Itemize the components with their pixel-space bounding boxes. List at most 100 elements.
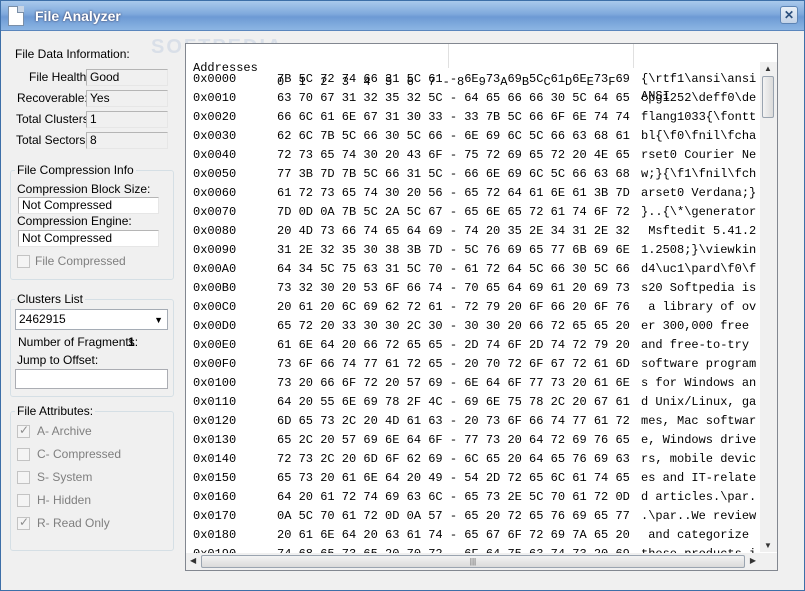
hex-address: 0x0080 xyxy=(193,224,237,238)
attributes-caption: File Attributes: xyxy=(15,404,96,418)
total-clusters-label: Total Clusters: xyxy=(16,112,93,126)
hex-bytes: 64 20 61 72 74 69 63 6C - 65 73 2E 5C 70… xyxy=(277,490,630,504)
engine-value: Not Compressed xyxy=(18,230,159,247)
hex-ansi: and categorize xyxy=(641,528,757,542)
scroll-left-icon[interactable]: ◀ xyxy=(190,556,196,565)
hex-bytes: 63 70 67 31 32 35 32 5C - 64 65 66 66 30… xyxy=(277,91,630,105)
attribute-checkbox[interactable] xyxy=(17,515,30,530)
hex-ansi: .\par..We review xyxy=(641,509,757,523)
horizontal-scroll-thumb[interactable]: ||| xyxy=(201,555,745,568)
hex-viewer[interactable]: Addresses 0 1 2 3 4 5 6 7 - 8 9 A B C D … xyxy=(185,43,778,571)
vertical-scrollbar[interactable]: ▲ ▼ xyxy=(760,62,777,552)
hex-address: 0x0160 xyxy=(193,490,237,504)
hex-address: 0x00D0 xyxy=(193,319,237,333)
hex-address: 0x0140 xyxy=(193,452,237,466)
hex-bytes: 77 3B 7D 7B 5C 66 31 5C - 66 6E 69 6C 5C… xyxy=(277,167,630,181)
hex-bytes: 31 2E 32 35 30 38 3B 7D - 5C 76 69 65 77… xyxy=(277,243,630,257)
hex-address: 0x0020 xyxy=(193,110,237,124)
attribute-checkbox[interactable] xyxy=(17,471,30,484)
clusters-selected: 2462915 xyxy=(19,312,66,326)
block-size-label: Compression Block Size: xyxy=(17,182,151,196)
hex-bytes: 6D 65 73 2C 20 4D 61 63 - 20 73 6F 66 74… xyxy=(277,414,630,428)
chevron-down-icon: ▼ xyxy=(154,315,163,325)
hex-bytes: 65 73 20 61 6E 64 20 49 - 54 2D 72 65 6C… xyxy=(277,471,630,485)
hex-address: 0x0180 xyxy=(193,528,237,542)
file-data-caption: File Data Information: xyxy=(15,47,130,61)
hex-ansi: and free-to-try xyxy=(641,338,757,352)
hex-ansi: w;}{\f1\fnil\fch xyxy=(641,167,757,181)
hex-ansi: }..{\*\generator xyxy=(641,205,757,219)
hex-ansi: es and IT-relate xyxy=(641,471,757,485)
file-health-label: File Health: xyxy=(29,70,90,84)
hex-ansi: flang1033{\fontt xyxy=(641,110,757,124)
compression-caption: File Compression Info xyxy=(15,163,136,177)
attribute-checkbox[interactable] xyxy=(17,423,30,438)
hex-bytes: 65 72 20 33 30 30 2C 30 - 30 30 20 66 72… xyxy=(277,319,630,333)
attribute-checkbox[interactable] xyxy=(17,448,30,461)
close-button[interactable]: ✕ xyxy=(780,6,798,24)
hex-ansi: a library of ov xyxy=(641,300,757,314)
hex-bytes: 61 72 73 65 74 30 20 56 - 65 72 64 61 6E… xyxy=(277,186,630,200)
hex-address: 0x00E0 xyxy=(193,338,237,352)
attribute-label: A- Archive xyxy=(37,424,92,438)
hex-bytes: 7B 5C 72 74 66 31 5C 61 - 6E 73 69 5C 61… xyxy=(277,72,630,86)
hex-bytes: 20 61 6E 64 20 63 61 74 - 65 67 6F 72 69… xyxy=(277,528,630,542)
hex-ansi: rs, mobile devic xyxy=(641,452,757,466)
fragments-value: 1 xyxy=(128,335,135,349)
hex-ansi: cpg1252\deff0\de xyxy=(641,91,757,105)
recoverable-label: Recoverable: xyxy=(17,91,88,105)
hex-ansi: s for Windows an xyxy=(641,376,757,390)
hex-bytes: 64 34 5C 75 63 31 5C 70 - 61 72 64 5C 66… xyxy=(277,262,630,276)
hex-ansi: d articles.\par. xyxy=(641,490,757,504)
hex-address: 0x0030 xyxy=(193,129,237,143)
file-analyzer-window: File Analyzer ✕ SOFTPEDIA File Data Info… xyxy=(0,0,805,591)
hex-bytes: 73 32 30 20 53 6F 66 74 - 70 65 64 69 61… xyxy=(277,281,630,295)
file-compressed-label: File Compressed xyxy=(35,254,126,268)
hex-address: 0x0070 xyxy=(193,205,237,219)
hex-bytes: 0A 5C 70 61 72 0D 0A 57 - 65 20 72 65 76… xyxy=(277,509,630,523)
title-bar[interactable]: File Analyzer ✕ xyxy=(1,1,804,31)
file-compressed-checkbox[interactable] xyxy=(17,255,30,268)
hex-ansi: er 300,000 free xyxy=(641,319,757,333)
hex-address: 0x0120 xyxy=(193,414,237,428)
hex-bytes: 73 6F 66 74 77 61 72 65 - 20 70 72 6F 67… xyxy=(277,357,630,371)
block-size-value: Not Compressed xyxy=(18,197,159,214)
horizontal-scrollbar[interactable]: ◀ ||| ▶ xyxy=(186,553,760,570)
scroll-down-icon[interactable]: ▼ xyxy=(764,541,772,550)
hex-address: 0x0130 xyxy=(193,433,237,447)
hex-header: Addresses 0 1 2 3 4 5 6 7 - 8 9 A B C D … xyxy=(186,47,670,103)
attribute-checkbox[interactable] xyxy=(17,494,30,507)
hex-bytes: 72 73 65 74 30 20 43 6F - 75 72 69 65 72… xyxy=(277,148,630,162)
total-clusters-value: 1 xyxy=(86,111,168,128)
clusters-caption: Clusters List xyxy=(15,292,86,306)
hex-address: 0x0000 xyxy=(193,72,237,86)
clusters-combo[interactable]: 2462915 ▼ xyxy=(15,309,168,330)
hex-bytes: 20 61 20 6C 69 62 72 61 - 72 79 20 6F 66… xyxy=(277,300,630,314)
scroll-up-icon[interactable]: ▲ xyxy=(764,64,772,73)
hex-ansi: arset0 Verdana;} xyxy=(641,186,757,200)
hex-address: 0x0040 xyxy=(193,148,237,162)
hex-bytes: 61 6E 64 20 66 72 65 65 - 2D 74 6F 2D 74… xyxy=(277,338,630,352)
recoverable-value: Yes xyxy=(86,90,168,107)
engine-label: Compression Engine: xyxy=(17,214,132,228)
hex-ansi: 1.2508;}\viewkin xyxy=(641,243,757,257)
hex-address: 0x0100 xyxy=(193,376,237,390)
hex-address: 0x00F0 xyxy=(193,357,237,371)
vertical-scroll-thumb[interactable] xyxy=(762,76,774,118)
fragments-label: Number of Fragments: xyxy=(18,335,139,349)
hex-bytes: 62 6C 7B 5C 66 30 5C 66 - 6E 69 6C 5C 66… xyxy=(277,129,630,143)
hex-address: 0x00B0 xyxy=(193,281,237,295)
hex-ansi: mes, Mac softwar xyxy=(641,414,757,428)
hex-bytes: 72 73 2C 20 6D 6F 62 69 - 6C 65 20 64 65… xyxy=(277,452,630,466)
hex-ansi: bl{\f0\fnil\fcha xyxy=(641,129,757,143)
hex-ansi: {\rtf1\ansi\ansi xyxy=(641,72,757,86)
jump-to-offset-input[interactable] xyxy=(15,369,168,389)
hex-address: 0x0090 xyxy=(193,243,237,257)
hex-ansi: software program xyxy=(641,357,757,371)
scroll-right-icon[interactable]: ▶ xyxy=(750,556,756,565)
hex-ansi: rset0 Courier Ne xyxy=(641,148,757,162)
hex-address: 0x0170 xyxy=(193,509,237,523)
hex-address: 0x00C0 xyxy=(193,300,237,314)
hex-bytes: 7D 0D 0A 7B 5C 2A 5C 67 - 65 6E 65 72 61… xyxy=(277,205,630,219)
total-sectors-label: Total Sectors: xyxy=(16,133,89,147)
